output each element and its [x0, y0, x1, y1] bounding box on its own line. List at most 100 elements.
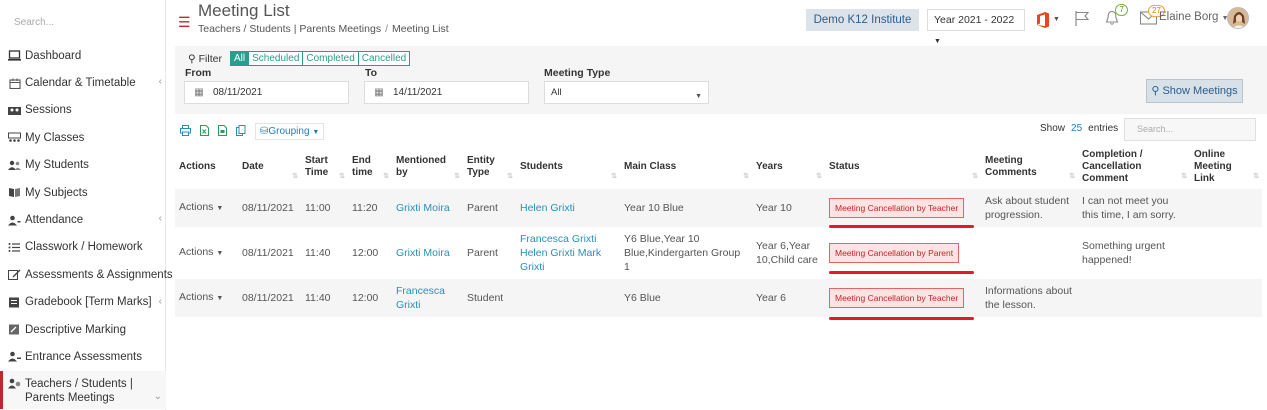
sidebar-item-calendar[interactable]: Calendar & Timetable ‹ — [0, 69, 166, 96]
sidebar-item-gradebook[interactable]: Gradebook [Term Marks] ‹ — [0, 289, 166, 316]
sort-icon: ⇅ — [507, 173, 513, 180]
status-segmented-control: All Scheduled Completed Cancelled — [230, 51, 411, 66]
sidebar-item-assessments[interactable]: Assessments & Assignments — [0, 261, 173, 288]
annotation-underline — [829, 271, 974, 274]
sidebar-item-label: Attendance — [25, 214, 84, 227]
entries-label: entries — [1088, 123, 1119, 134]
attendance-icon — [8, 215, 21, 226]
column-header[interactable]: Main Class ⇅ — [620, 145, 752, 189]
column-header[interactable]: Completion / Cancellation Comment ⇅ — [1078, 145, 1190, 189]
sidebar-item-my-classes[interactable]: My Classes — [0, 124, 166, 151]
sidebar-item-entrance-assessments[interactable]: Entrance Assessments — [0, 343, 166, 370]
cell-mentioned-by-link[interactable]: Grixti Moira — [392, 227, 463, 279]
avatar[interactable] — [1227, 7, 1249, 29]
notifications-badge: 7 — [1115, 4, 1128, 16]
table-search-input[interactable]: Search... — [1124, 118, 1256, 141]
sidebar-item-my-students[interactable]: My Students — [0, 152, 166, 179]
show-meetings-button[interactable]: ⚲ Show Meetings — [1146, 79, 1243, 103]
hamburger-menu-icon[interactable]: ☰ — [178, 14, 191, 31]
status-badge: Meeting Cancellation by Parent — [829, 243, 960, 263]
page-length-control: Show 25 entries — [1040, 123, 1118, 134]
cell-entity-type: Parent — [463, 189, 516, 227]
classes-icon — [8, 132, 21, 143]
bell-icon[interactable]: 7 — [1104, 4, 1128, 29]
sidebar-search-input[interactable]: Search... — [8, 10, 158, 36]
column-header[interactable]: Meeting Comments ⇅ — [981, 145, 1078, 189]
sidebar-item-label: Classwork / Homework — [25, 241, 143, 254]
meetings-icon — [8, 378, 21, 389]
sidebar-item-attendance[interactable]: Attendance ‹ — [0, 206, 166, 233]
copy-icon[interactable] — [236, 124, 246, 139]
excel-icon[interactable] — [200, 124, 209, 139]
cell-students-link[interactable]: Helen Grixti — [516, 189, 620, 227]
actions-dropdown[interactable]: Actions ▼ — [175, 227, 238, 279]
sidebar-item-classwork-homework[interactable]: Classwork / Homework — [0, 234, 166, 261]
list-icon — [8, 242, 21, 253]
segment-completed[interactable]: Completed — [302, 51, 359, 66]
column-header[interactable]: Status ⇅ — [825, 145, 981, 189]
sidebar-item-label: Calendar & Timetable — [25, 77, 136, 90]
column-header[interactable]: Mentioned by ⇅ — [392, 145, 463, 189]
cell-mentioned-by-link[interactable]: Grixti Moira — [392, 189, 463, 227]
actions-dropdown[interactable]: Actions ▼ — [175, 189, 238, 227]
actions-dropdown[interactable]: Actions ▼ — [175, 279, 238, 317]
breadcrumb-item[interactable]: Teachers / Students | Parents Meetings — [198, 23, 381, 35]
column-header[interactable]: End time ⇅ — [348, 145, 392, 189]
segment-scheduled[interactable]: Scheduled — [248, 51, 304, 66]
column-header[interactable]: Start Time ⇅ — [301, 145, 348, 189]
segment-all[interactable]: All — [230, 51, 250, 66]
cell-status: Meeting Cancellation by Teacher — [825, 279, 981, 317]
cell-students-link[interactable] — [516, 279, 620, 317]
segment-cancelled[interactable]: Cancelled — [357, 51, 411, 66]
page-length-select[interactable]: 25 — [1071, 123, 1082, 134]
meeting-type-select[interactable]: All ▼ — [544, 81, 709, 104]
year-value: Year 2021 - 2022 — [934, 14, 1015, 26]
cell-meeting-comments — [981, 227, 1078, 279]
office-icon[interactable]: ▼ — [1036, 11, 1060, 28]
column-header[interactable]: Entity Type ⇅ — [463, 145, 516, 189]
to-date-value: 14/11/2021 — [393, 87, 443, 98]
table-toolbar: ⛁Grouping ▼ — [180, 123, 325, 140]
sort-icon: ⇅ — [743, 173, 749, 180]
sidebar-item-label: Dashboard — [25, 49, 82, 62]
sidebar-item-descriptive-marking[interactable]: Descriptive Marking — [0, 316, 166, 343]
sidebar-item-dashboard[interactable]: Dashboard — [0, 42, 166, 69]
sort-icon: ⇅ — [1069, 173, 1075, 180]
grouping-button[interactable]: ⛁Grouping ▼ — [255, 123, 325, 140]
mail-icon[interactable]: 27 — [1139, 5, 1165, 28]
print-icon[interactable] — [180, 124, 191, 139]
cell-entity-type: Student — [463, 279, 516, 317]
table-row: Actions ▼ 08/11/2021 11:40 12:00 Grixti … — [175, 227, 1262, 279]
csv-icon[interactable] — [218, 124, 227, 139]
cell-students-link[interactable]: Francesca Grixti Helen Grixti Mark Grixt… — [516, 227, 620, 279]
students-icon — [8, 160, 21, 171]
institute-button[interactable]: Demo K12 Institute — [806, 9, 919, 31]
sidebar-item-label: Assessments & Assignments — [25, 268, 173, 281]
year-selector[interactable]: Year 2021 - 2022 ▼ — [927, 9, 1025, 45]
from-date-field[interactable]: ▦ 08/11/2021 — [184, 81, 349, 104]
flag-icon[interactable] — [1074, 10, 1090, 29]
column-header[interactable]: Online Meeting Link ⇅ — [1190, 145, 1262, 189]
column-header[interactable]: Date ⇅ — [238, 145, 301, 189]
chevron-down-icon: ⌄ — [153, 390, 162, 402]
cell-entity-type: Parent — [467, 247, 498, 259]
to-date-field[interactable]: ▦ 14/11/2021 — [364, 81, 529, 104]
cell-end-time: 12:00 — [352, 247, 379, 259]
from-label: From — [185, 67, 212, 79]
sidebar-item-label: Gradebook [Term Marks] — [25, 296, 152, 309]
caret-down-icon: ▼ — [695, 93, 702, 100]
cell-mentioned-by-link[interactable]: Francesca Grixti — [392, 279, 463, 317]
filter-label: ⚲ Filter — [188, 53, 222, 65]
cell-main-class: Y6 Blue,Year 10 Blue,Kindergarten Group … — [624, 233, 741, 273]
column-header[interactable]: Students ⇅ — [516, 145, 620, 189]
column-header[interactable]: Actions — [175, 145, 238, 189]
caret-down-icon: ▼ — [934, 38, 941, 45]
user-menu[interactable]: Elaine Borg ▼ — [1159, 11, 1229, 23]
sort-icon: ⇅ — [454, 173, 460, 180]
column-header[interactable]: Years ⇅ — [752, 145, 825, 189]
page-title: Meeting List — [198, 1, 290, 20]
sidebar-item-sessions[interactable]: Sessions — [0, 97, 166, 124]
sidebar-item-meetings[interactable]: Teachers / Students | Parents Meetings ⌄ — [0, 370, 166, 409]
chevron-left-icon: ‹ — [158, 213, 162, 225]
sidebar-item-my-subjects[interactable]: My Subjects — [0, 179, 166, 206]
